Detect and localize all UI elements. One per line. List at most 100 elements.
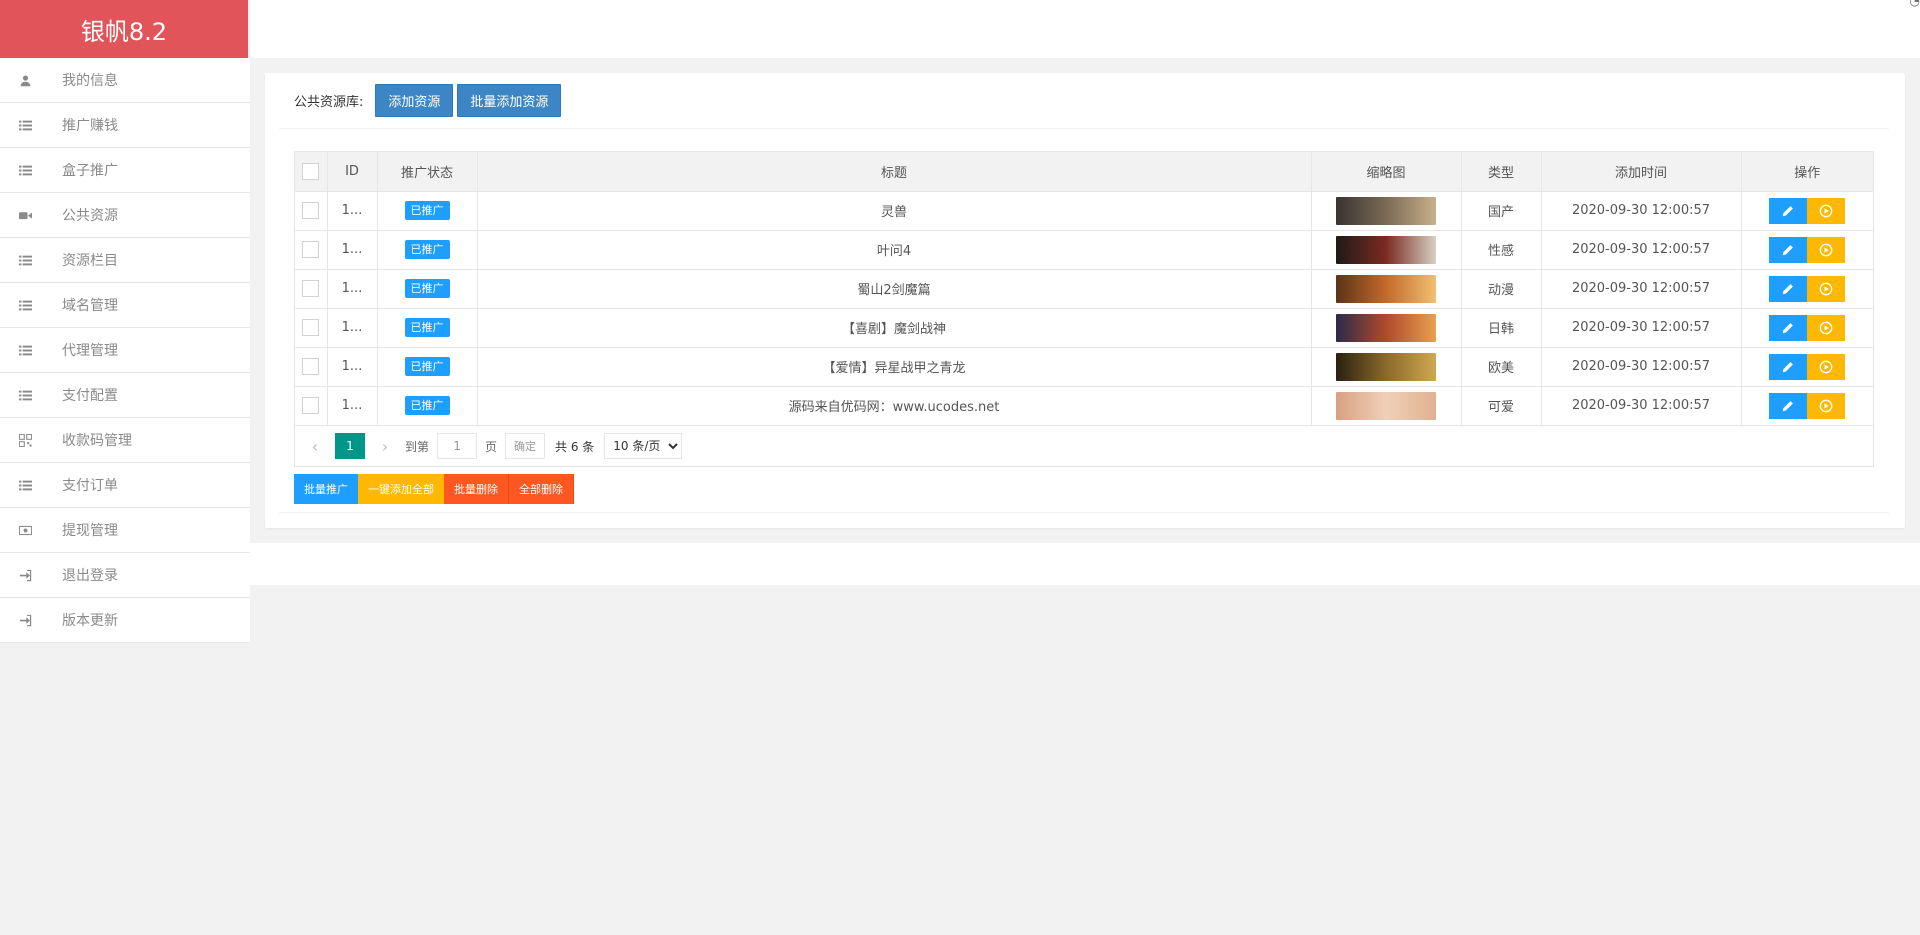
goto-page-input[interactable] xyxy=(437,433,478,459)
sidebar-menu: 我的信息推广赚钱盒子推广公共资源资源栏目域名管理代理管理支付配置收款码管理 支付订… xyxy=(0,58,250,643)
cell-type: 可爱 xyxy=(1461,386,1542,426)
row-checkbox[interactable] xyxy=(302,358,320,375)
thumbnail-image xyxy=(1336,196,1436,225)
play-circle-icon xyxy=(1819,399,1833,413)
edit-button[interactable] xyxy=(1769,353,1808,380)
delete-all-button[interactable]: 全部删除 xyxy=(509,474,574,504)
row-select-cell xyxy=(295,308,328,348)
pencil-icon xyxy=(1781,243,1795,257)
edit-button[interactable] xyxy=(1769,236,1808,263)
sidebar-item[interactable]: 支付配置 xyxy=(0,373,250,418)
bulk-actions: 批量推广 一键添加全部 批量删除 全部删除 xyxy=(294,474,574,504)
sidebar-item[interactable]: 资源栏目 xyxy=(0,238,250,283)
current-page[interactable]: 1 xyxy=(335,433,365,459)
cell-id: 1... xyxy=(327,308,378,348)
header-ops: 操作 xyxy=(1741,152,1873,192)
goto-confirm-button[interactable]: 确定 xyxy=(505,433,546,459)
cell-title: 【爱情】异星战甲之青龙 xyxy=(477,347,1312,387)
sidebar-item[interactable]: 版本更新 xyxy=(0,598,250,643)
sidebar-item[interactable]: 提现管理 xyxy=(0,508,250,553)
sidebar-item[interactable]: 推广赚钱 xyxy=(0,103,250,148)
sidebar-item[interactable]: 代理管理 xyxy=(0,328,250,373)
pencil-icon xyxy=(1781,204,1795,218)
cell-time: 2020-09-30 12:00:57 xyxy=(1541,386,1742,426)
sidebar-item[interactable]: 我的信息 xyxy=(0,58,250,103)
cell-thumb xyxy=(1311,308,1462,348)
add-all-button[interactable]: 一键添加全部 xyxy=(358,474,444,504)
row-select-cell xyxy=(295,230,328,270)
list-icon xyxy=(15,119,35,132)
toolbar-label: 公共资源库: xyxy=(294,95,364,110)
top-header: ◔ xyxy=(250,0,1920,58)
status-badge: 已推广 xyxy=(404,200,450,221)
play-button[interactable] xyxy=(1807,236,1846,263)
sidebar-item[interactable]: 盒子推广 xyxy=(0,148,250,193)
batch-delete-button[interactable]: 批量删除 xyxy=(444,474,509,504)
sidebar-item-label: 提现管理 xyxy=(62,523,118,539)
toolbar: 公共资源库: 添加资源 批量添加资源 xyxy=(279,73,1889,129)
row-checkbox[interactable] xyxy=(302,241,320,258)
play-button[interactable] xyxy=(1807,275,1846,302)
row-select-cell xyxy=(295,386,328,426)
select-all-checkbox[interactable] xyxy=(302,162,320,180)
play-circle-icon xyxy=(1819,204,1833,218)
sidebar-item[interactable]: 域名管理 xyxy=(0,283,250,328)
sidebar-item-label: 支付配置 xyxy=(62,388,118,404)
row-checkbox[interactable] xyxy=(302,319,320,336)
play-button[interactable] xyxy=(1807,197,1846,224)
money-icon xyxy=(15,524,35,537)
table-row: 1... 已推广 叶问4 性感 2020-09-30 12:00:57 xyxy=(295,230,1873,270)
thumbnail-image xyxy=(1336,313,1436,342)
cell-title: 【喜剧】魔剑战神 xyxy=(477,308,1312,348)
batch-promote-button[interactable]: 批量推广 xyxy=(294,474,358,504)
cell-ops xyxy=(1741,386,1873,426)
cell-title: 叶问4 xyxy=(477,230,1312,270)
row-checkbox[interactable] xyxy=(302,397,320,414)
brand-title: 银帆8.2 xyxy=(0,0,248,58)
list-icon xyxy=(15,344,35,357)
edit-button[interactable] xyxy=(1769,197,1808,224)
edit-button[interactable] xyxy=(1769,275,1808,302)
cell-status: 已推广 xyxy=(377,386,478,426)
header-time: 添加时间 xyxy=(1541,152,1742,192)
add-resource-button[interactable]: 添加资源 xyxy=(375,84,454,117)
table-row: 1... 已推广 源码来自优码网：www.ucodes.net 可爱 2020-09-3… xyxy=(295,386,1873,426)
play-button[interactable] xyxy=(1807,392,1846,419)
cell-type: 日韩 xyxy=(1461,308,1542,348)
cell-time: 2020-09-30 12:00:57 xyxy=(1541,230,1742,270)
cell-thumb xyxy=(1311,386,1462,426)
batch-add-resource-button[interactable]: 批量添加资源 xyxy=(457,84,562,117)
table-header-row: ID 推广状态 标题 缩略图 类型 添加时间 操作 xyxy=(295,152,1873,192)
sidebar-item-label: 推广赚钱 xyxy=(62,118,118,134)
cell-type: 动漫 xyxy=(1461,269,1542,309)
row-checkbox[interactable] xyxy=(302,280,320,297)
sidebar-item-label: 版本更新 xyxy=(62,613,118,629)
next-page-icon[interactable]: › xyxy=(375,437,395,456)
sign-in-icon xyxy=(15,614,35,627)
table-row: 1... 已推广 【爱情】异星战甲之青龙 欧美 2020-09-30 12:00:57 xyxy=(295,347,1873,387)
sidebar-item[interactable]: 收款码管理 xyxy=(0,418,250,463)
prev-page-icon[interactable]: ‹ xyxy=(305,437,325,456)
sidebar-item[interactable]: 退出登录 xyxy=(0,553,250,598)
play-button[interactable] xyxy=(1807,353,1846,380)
sidebar: 银帆8.2 我的信息推广赚钱盒子推广公共资源资源栏目域名管理代理管理支付配置收款… xyxy=(0,0,250,935)
sidebar-item-label: 资源栏目 xyxy=(62,253,118,269)
row-select-cell xyxy=(295,347,328,387)
row-checkbox[interactable] xyxy=(302,202,320,219)
page-size-select[interactable]: 10 条/页 xyxy=(604,433,683,459)
sidebar-item-label: 公共资源 xyxy=(62,208,118,224)
cell-id: 1... xyxy=(327,191,378,231)
resource-card-body: 公共资源库: 添加资源 批量添加资源 ID 推广状态 标题 缩略图 类型 添加时… xyxy=(279,73,1889,513)
edit-button[interactable] xyxy=(1769,392,1808,419)
sidebar-item-label: 域名管理 xyxy=(62,298,118,314)
edit-button[interactable] xyxy=(1769,314,1808,341)
resource-card: 公共资源库: 添加资源 批量添加资源 ID 推广状态 标题 缩略图 类型 添加时… xyxy=(265,73,1905,528)
pagination: ‹ 1 › 到第 页 确定 共 6 条 10 条/页 xyxy=(295,426,1873,466)
cell-ops xyxy=(1741,308,1873,348)
cell-thumb xyxy=(1311,269,1462,309)
sidebar-item[interactable]: 支付订单 xyxy=(0,463,250,508)
cell-time: 2020-09-30 12:00:57 xyxy=(1541,269,1742,309)
sidebar-item[interactable]: 公共资源 xyxy=(0,193,250,238)
play-button[interactable] xyxy=(1807,314,1846,341)
header-id[interactable]: ID xyxy=(327,152,378,192)
